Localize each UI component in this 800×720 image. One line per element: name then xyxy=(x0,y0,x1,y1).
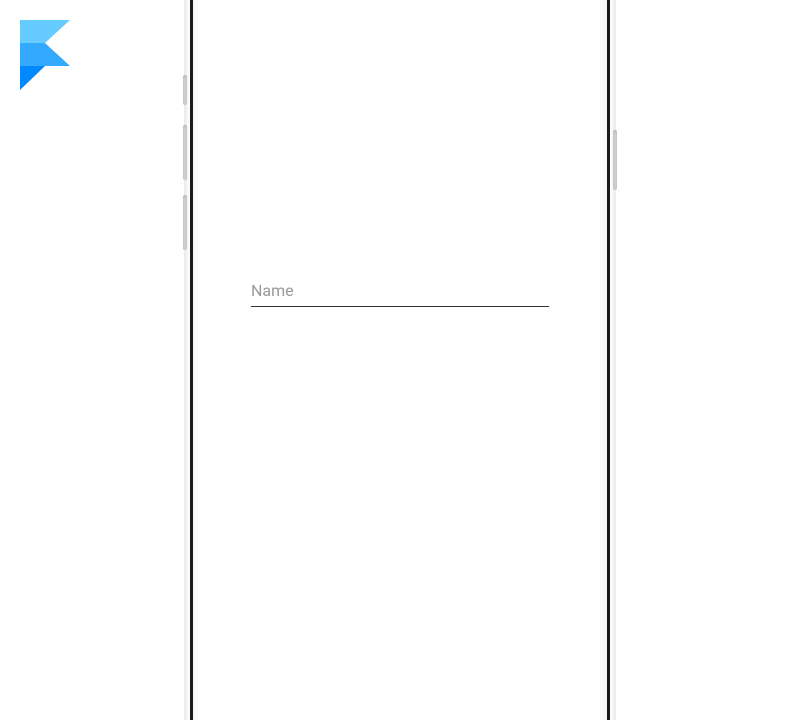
phone-screen xyxy=(201,0,599,720)
phone-mute-switch xyxy=(183,75,187,105)
framer-logo xyxy=(20,20,70,90)
phone-power-button xyxy=(613,130,617,190)
name-input-wrapper xyxy=(251,275,549,307)
phone-volume-up-button xyxy=(183,125,187,180)
phone-bezel-left xyxy=(193,0,201,720)
phone-mockup xyxy=(190,0,610,720)
phone-body xyxy=(190,0,610,720)
phone-volume-down-button xyxy=(183,195,187,250)
framer-logo-icon xyxy=(20,20,70,90)
phone-bezel-right xyxy=(599,0,607,720)
phone-edge-right xyxy=(607,0,610,720)
name-input[interactable] xyxy=(251,275,549,307)
phone-shadow-right xyxy=(610,0,616,720)
